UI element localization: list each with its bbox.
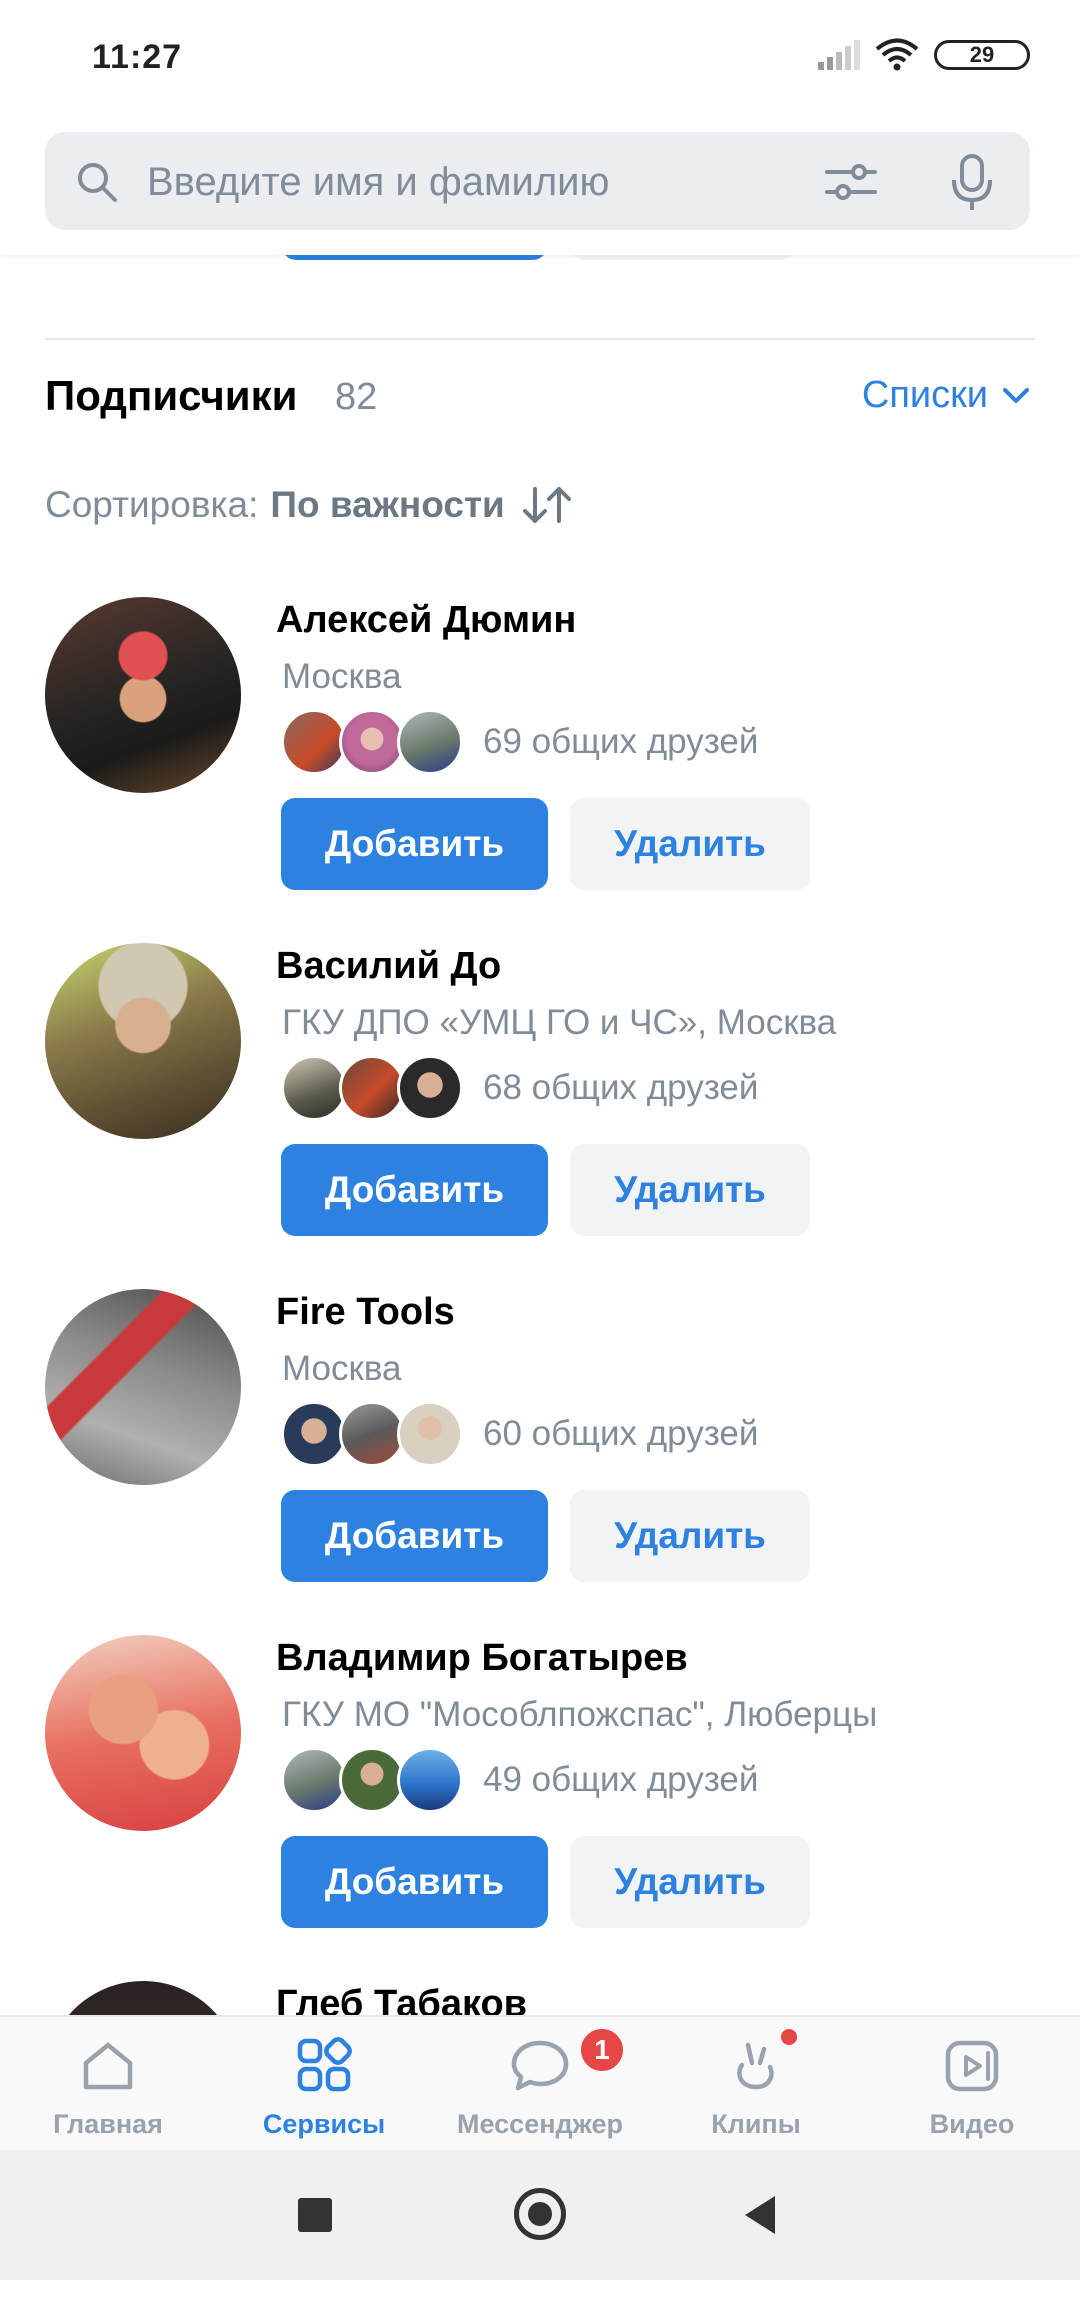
user-name[interactable]: Владимир Богатырев [276,1637,688,1680]
mutual-friend-avatar [397,1055,463,1121]
add-friend-button[interactable]: Добавить [281,798,548,890]
lists-label: Списки [861,374,988,416]
wifi-icon [875,38,919,71]
user-name[interactable]: Василий До [276,945,501,988]
tab-clips[interactable]: Клипы [648,2017,864,2152]
tab-home[interactable]: Главная [0,2017,216,2152]
user-name[interactable]: Fire Tools [276,1291,455,1334]
mutual-friends-count: 68 общих друзей [483,1068,759,1107]
battery-indicator: 29 [934,40,1030,70]
sort-label: Сортировка: [45,484,259,525]
status-icons: 29 [816,38,1030,72]
mutual-friend-avatar [339,1747,405,1813]
messenger-icon [511,2040,569,2091]
sort-arrows-icon [522,487,571,523]
unread-badge: 1 [577,2025,627,2075]
avatar[interactable] [45,1289,241,1485]
chevron-down-icon [1003,387,1029,403]
remove-follower-button[interactable]: Удалить [570,1144,810,1236]
mutual-friend-avatar [397,1401,463,1467]
sort-control[interactable]: Сортировка: По важности [45,484,573,526]
follower-item[interactable]: Fire Tools Москва 60 общих друзей Добави… [0,1289,1080,1629]
tab-label: Мессенджер [457,2109,623,2139]
mutual-friend-avatar [397,1747,463,1813]
mutual-friends[interactable]: 60 общих друзей [281,1401,758,1467]
mutual-friend-avatar [281,1747,347,1813]
avatar[interactable] [45,1635,241,1831]
section-title: Подписчики [45,372,298,419]
search-input[interactable] [145,132,849,232]
home-icon [83,2042,133,2090]
status-time: 11:27 [92,38,183,76]
user-city: ГКУ МО "Мособлпожспас", Люберцы [282,1695,878,1734]
search-header [0,120,1080,255]
video-icon [945,2040,999,2092]
add-friend-button[interactable]: Добавить [281,1144,548,1236]
add-friend-button[interactable]: Добавить [281,1490,548,1582]
tab-video[interactable]: Видео [864,2017,1080,2152]
avatar[interactable] [45,597,241,793]
mutual-friends[interactable]: 69 общих друзей [281,709,758,775]
add-friend-button[interactable]: Добавить [281,1836,548,1928]
remove-follower-button[interactable]: Удалить [570,798,810,890]
mutual-friend-avatar [281,709,347,775]
followers-count: 82 [335,376,378,418]
status-bar: 11:27 29 [0,0,1080,120]
microphone-icon[interactable] [950,154,994,212]
home-button[interactable] [514,2188,566,2240]
user-city: Москва [282,657,402,696]
mutual-friend-avatar [339,1055,405,1121]
bottom-tab-bar: Главная Сервисы 1 Мессенджер Клипы Видео [0,2015,1080,2152]
lists-dropdown[interactable]: Списки [862,374,1030,417]
tab-label: Клипы [711,2109,801,2139]
remove-follower-button[interactable]: Удалить [570,1490,810,1582]
search-icon [78,163,117,202]
tab-label: Видео [929,2109,1015,2139]
notification-dot [781,2029,797,2045]
tab-messenger[interactable]: 1 Мессенджер [432,2017,648,2152]
filter-icon[interactable] [825,160,877,204]
system-navigation-bar [0,2150,1080,2280]
section-divider [45,338,1035,340]
user-city: Москва [282,1349,402,1388]
mutual-friend-avatar [281,1401,347,1467]
mutual-friends-count: 69 общих друзей [483,722,759,761]
user-name[interactable]: Алексей Дюмин [276,599,576,642]
mutual-friends-count: 49 общих друзей [483,1760,759,1799]
search-box[interactable] [45,132,1030,232]
remove-follower-button[interactable]: Удалить [570,1836,810,1928]
user-city: ГКУ ДПО «УМЦ ГО и ЧС», Москва [282,1003,837,1042]
avatar[interactable] [45,943,241,1139]
signal-icon [818,40,860,70]
mutual-friend-avatar [339,709,405,775]
mutual-friends[interactable]: 68 общих друзей [281,1055,758,1121]
tab-label: Сервисы [262,2109,386,2139]
services-icon [297,2037,352,2092]
mutual-friends-count: 60 общих друзей [483,1414,759,1453]
follower-item[interactable]: Владимир Богатырев ГКУ МО "Мособлпожспас… [0,1635,1080,1975]
back-button[interactable] [745,2196,775,2234]
follower-item[interactable]: Алексей Дюмин Москва 69 общих друзей Доб… [0,597,1080,937]
sort-value: По важности [270,484,505,525]
tab-services[interactable]: Сервисы [216,2017,432,2152]
tab-label: Главная [53,2109,163,2139]
follower-item[interactable]: Василий До ГКУ ДПО «УМЦ ГО и ЧС», Москва… [0,943,1080,1283]
mutual-friend-avatar [339,1401,405,1467]
clips-icon [737,2042,774,2090]
recents-button[interactable] [298,2198,332,2232]
mutual-friend-avatar [397,709,463,775]
mutual-friend-avatar [281,1055,347,1121]
mutual-friends[interactable]: 49 общих друзей [281,1747,758,1813]
